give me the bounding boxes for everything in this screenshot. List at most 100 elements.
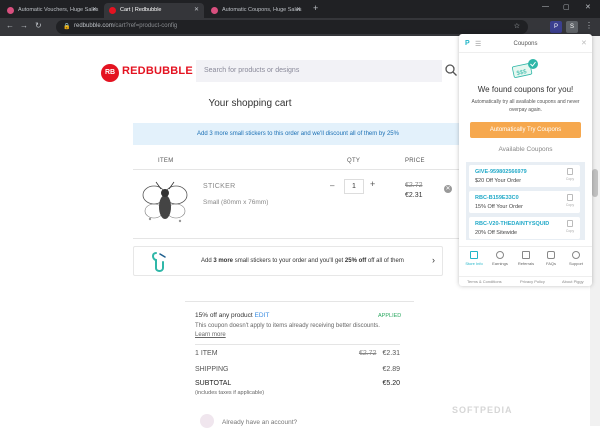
quantity-increase-button[interactable]: +: [370, 179, 375, 189]
store-icon: [470, 251, 478, 259]
search-input[interactable]: Search for products or designs: [196, 60, 442, 82]
found-description: Automatically try all available coupons …: [471, 99, 580, 113]
summary-row-items: 1 ITEM €2.72 €2.31: [195, 350, 400, 357]
browser-menu-icon[interactable]: ⋮: [585, 21, 593, 30]
coupon-code: RBC-V20-THEDAINTYSQUID: [475, 221, 550, 227]
coupon-code: RBC-B159E33C0: [475, 195, 519, 201]
summary-value: €5.20: [382, 380, 400, 387]
account-hint[interactable]: Already have an account?: [222, 419, 297, 426]
summary-original-price: €2.72: [358, 350, 377, 357]
coupon-deal: 15% Off Your Order: [475, 204, 523, 210]
coupon-code: GIVE-959802566979: [475, 169, 527, 175]
coupon-list[interactable]: GIVE-959802566979 $20 Off Your Order Cop…: [466, 162, 585, 240]
window-close-icon[interactable]: ✕: [585, 3, 591, 11]
url-field[interactable]: 🔒 redbubble.com/cart?ref=product-config …: [56, 20, 528, 34]
coupon-card[interactable]: RBC-B159E33C0 15% Off Your Order Copy: [469, 191, 580, 213]
copy-coupon-button[interactable]: Copy: [565, 220, 575, 236]
nav-store-info[interactable]: Store Info: [463, 251, 485, 266]
summary-label: SHIPPING: [195, 366, 229, 373]
search-icon[interactable]: [444, 63, 458, 77]
quantity-decrease-button[interactable]: –: [330, 181, 334, 190]
available-coupons-heading: Available Coupons: [498, 146, 553, 153]
tab-label: Cart | Redbubble: [120, 7, 162, 13]
item-price: €2.31: [405, 192, 423, 199]
summary-row-subtotal: SUBTOTAL €5.20: [195, 380, 400, 387]
maximize-icon[interactable]: ▢: [563, 3, 570, 11]
copy-coupon-button[interactable]: Copy: [565, 168, 575, 184]
close-tab-icon[interactable]: ✕: [194, 6, 199, 13]
divider: [133, 169, 463, 170]
column-header-qty: QTY: [347, 158, 361, 164]
divider: [459, 52, 592, 53]
summary-value: €2.89: [382, 366, 400, 373]
chevron-right-icon[interactable]: ›: [432, 255, 435, 265]
profile-avatar[interactable]: S: [566, 21, 578, 33]
extension-icon[interactable]: P: [550, 21, 562, 33]
new-tab-button[interactable]: +: [313, 3, 318, 13]
faq-icon: [547, 251, 555, 259]
nav-earnings[interactable]: Earnings: [489, 251, 511, 266]
copy-icon: [567, 220, 573, 227]
nav-faqs[interactable]: FAQs: [540, 251, 562, 266]
auto-try-coupons-button[interactable]: Automatically Try Coupons: [470, 122, 581, 138]
lock-icon: 🔒: [63, 24, 71, 30]
coupon-status-badge: APPLIED: [378, 313, 402, 319]
browser-chrome: Automatic Vouchers, Huge Sales ✕ Cart | …: [0, 0, 600, 36]
sticker-thumbnail[interactable]: [140, 179, 190, 233]
item-title[interactable]: STICKER: [203, 183, 235, 190]
remove-item-icon[interactable]: ✕: [444, 185, 452, 193]
nav-support[interactable]: Support: [565, 251, 587, 266]
forward-icon[interactable]: →: [20, 21, 28, 30]
tab-label: Automatic Vouchers, Huge Sales: [18, 7, 99, 13]
quantity-field[interactable]: 1: [344, 179, 364, 194]
coupon-card[interactable]: RBC-V20-THEDAINTYSQUID 20% Off Sitewide …: [469, 217, 580, 239]
tab-strip: Automatic Vouchers, Huge Sales ✕ Cart | …: [0, 0, 600, 18]
tab-cart[interactable]: Cart | Redbubble ✕: [104, 3, 204, 18]
redbubble-logo-icon[interactable]: RB: [101, 64, 119, 82]
url-path: /cart?ref=product-config: [113, 23, 178, 29]
tab-label: Automatic Coupons, Huge Sales: [222, 7, 302, 13]
copy-icon: [567, 168, 573, 175]
item-size: Small (80mm x 76mm): [203, 199, 269, 206]
promo-text: Add 3 more small stickers to your order …: [201, 258, 404, 264]
tab-piggy-vouchers[interactable]: Automatic Vouchers, Huge Sales ✕: [2, 3, 102, 18]
taxes-note: (includes taxes if applicable): [195, 390, 265, 396]
coupon-money-icon: $$$: [512, 59, 538, 78]
copy-coupon-button[interactable]: Copy: [565, 194, 575, 210]
scrollbar-thumb[interactable]: [592, 169, 598, 197]
terms-link[interactable]: Terms & Conditions: [467, 279, 502, 284]
referrals-icon: [522, 251, 530, 259]
sticker-promo-icon: [152, 252, 166, 272]
privacy-link[interactable]: Privacy Policy: [520, 279, 545, 284]
bookmark-star-icon[interactable]: ☆: [514, 22, 520, 30]
popup-title: Coupons: [513, 41, 538, 47]
close-icon[interactable]: ✕: [581, 39, 587, 47]
redbubble-logo[interactable]: REDBUBBLE: [122, 65, 193, 77]
copy-icon: [567, 194, 573, 201]
close-tab-icon[interactable]: ✕: [92, 6, 97, 13]
coupon-deal: $20 Off Your Order: [475, 178, 522, 184]
column-header-price: PRICE: [405, 158, 425, 164]
summary-label: SUBTOTAL: [195, 380, 232, 387]
summary-label: 1 ITEM: [195, 350, 218, 357]
learn-more-link[interactable]: Learn more: [195, 332, 226, 338]
coupon-edit-link[interactable]: EDIT: [255, 312, 270, 319]
about-link[interactable]: About Piggy: [562, 279, 584, 284]
minimize-icon[interactable]: —: [542, 3, 549, 10]
back-icon[interactable]: ←: [6, 21, 14, 30]
url-host: redbubble.com: [74, 23, 114, 29]
sticker-promo-card[interactable]: Add 3 more small stickers to your order …: [133, 246, 443, 276]
close-tab-icon[interactable]: ✕: [296, 6, 301, 13]
piggy-favicon-icon: [7, 7, 14, 14]
nav-referrals[interactable]: Referrals: [515, 251, 537, 266]
divider: [133, 238, 463, 239]
coupon-deal: 20% Off Sitewide: [475, 230, 518, 236]
coupon-card[interactable]: GIVE-959802566979 $20 Off Your Order Cop…: [469, 165, 580, 187]
reload-icon[interactable]: ↻: [35, 21, 42, 30]
summary-value: €2.31: [382, 350, 400, 357]
discount-banner: Add 3 more small stickers to this order …: [133, 123, 463, 145]
found-heading: We found coupons for you!: [477, 85, 574, 94]
svg-text:$$$: $$$: [516, 69, 528, 77]
tab-piggy-coupons[interactable]: Automatic Coupons, Huge Sales ✕: [206, 3, 306, 18]
divider: [195, 344, 400, 345]
